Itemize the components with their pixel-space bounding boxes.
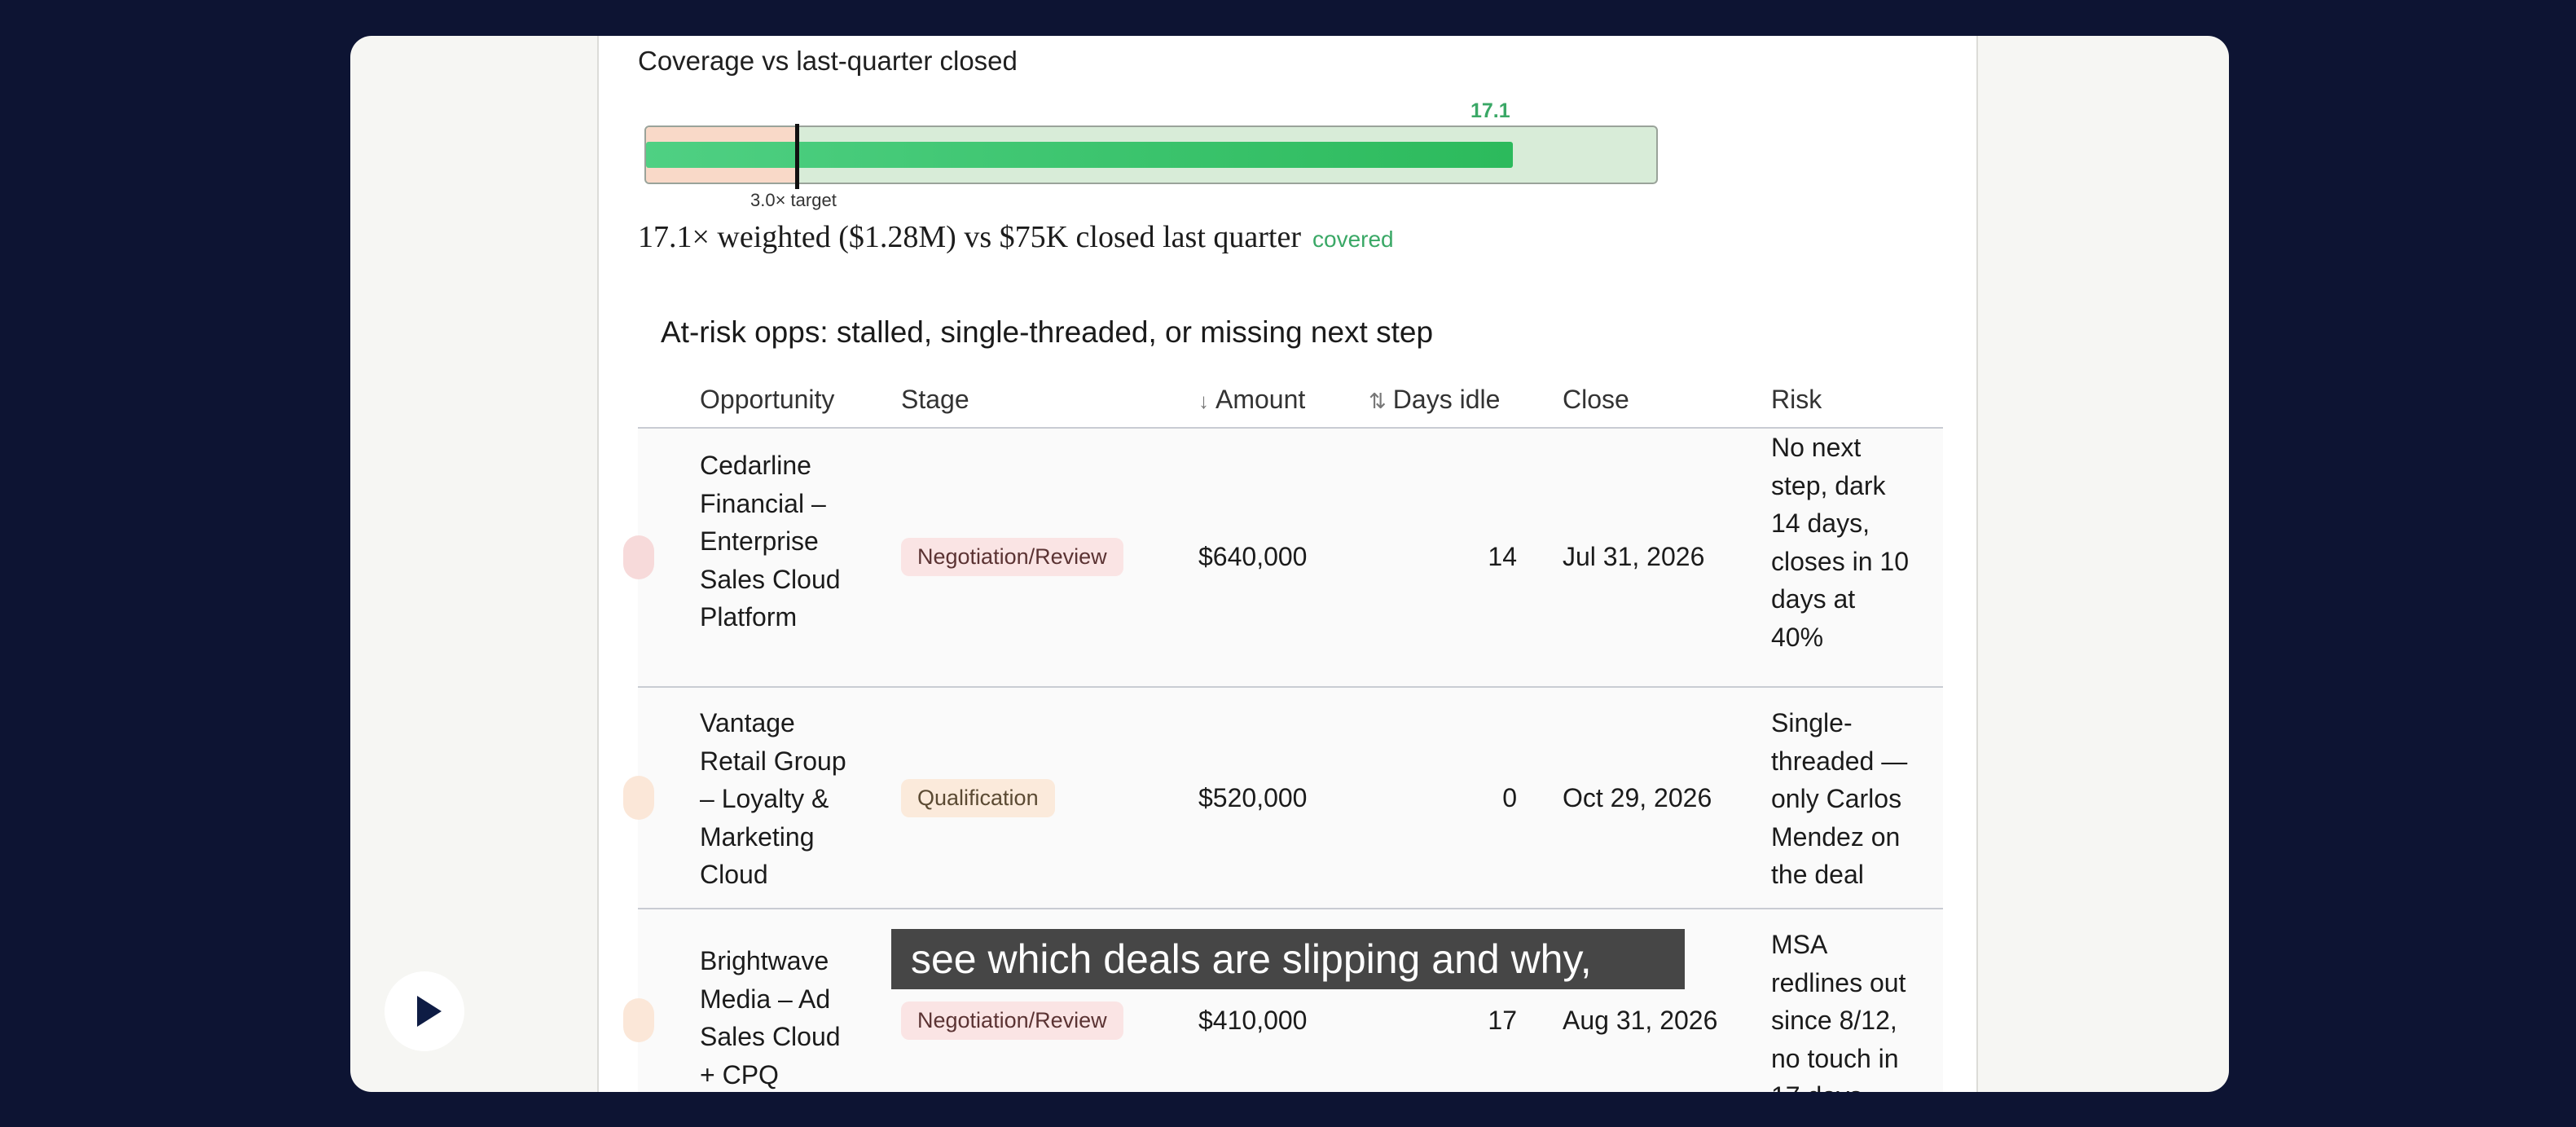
column-close[interactable]: Close bbox=[1563, 385, 1629, 415]
coverage-summary: 17.1× weighted ($1.28M) vs $75K closed l… bbox=[638, 219, 1394, 255]
table-row[interactable]: Cedarline Financial – Enterprise Sales C… bbox=[623, 429, 1943, 688]
video-frame: Coverage vs last-quarter closed 17.1 3.0… bbox=[350, 36, 2229, 1092]
row-days-idle: 14 bbox=[1488, 542, 1517, 571]
row-risk: MSA redlines out since 8/12, no touch in… bbox=[1771, 930, 1906, 1092]
row-close-date: Aug 31, 2026 bbox=[1563, 1006, 1718, 1035]
column-risk[interactable]: Risk bbox=[1771, 385, 1822, 415]
stage-badge: Qualification bbox=[901, 779, 1055, 817]
column-amount-label: Amount bbox=[1215, 385, 1306, 414]
column-stage[interactable]: Stage bbox=[901, 385, 969, 415]
sort-updown-icon: ⇅ bbox=[1369, 389, 1387, 413]
coverage-summary-text: 17.1× weighted ($1.28M) vs $75K closed l… bbox=[638, 220, 1301, 254]
coverage-target-marker bbox=[794, 124, 799, 189]
play-icon bbox=[417, 996, 442, 1027]
at-risk-title: At-risk opps: stalled, single-threaded, … bbox=[661, 315, 1434, 349]
stage-badge: Negotiation/Review bbox=[901, 538, 1123, 576]
row-opportunity[interactable]: Cedarline Financial – Enterprise Sales C… bbox=[700, 447, 841, 636]
column-opportunity[interactable]: Opportunity bbox=[700, 385, 834, 415]
row-status-pill bbox=[623, 535, 654, 579]
row-opportunity[interactable]: Vantage Retail Group – Loyalty & Marketi… bbox=[700, 704, 846, 894]
coverage-bar bbox=[646, 142, 1513, 168]
coverage-value-label: 17.1 bbox=[1470, 99, 1510, 122]
row-opportunity[interactable]: Brightwave Media – Ad Sales Cloud + CPQ bbox=[700, 942, 841, 1092]
coverage-title: Coverage vs last-quarter closed bbox=[638, 46, 1018, 76]
table-header: Opportunity Stage ↓ Amount ⇅ Days idle Clo… bbox=[638, 370, 1943, 429]
row-status-pill bbox=[623, 998, 654, 1042]
row-days-idle: 17 bbox=[1488, 1006, 1517, 1035]
table-row[interactable]: Vantage Retail Group – Loyalty & Marketi… bbox=[623, 688, 1943, 909]
arrow-down-icon: ↓ bbox=[1198, 389, 1209, 413]
column-amount[interactable]: ↓ Amount bbox=[1198, 385, 1305, 415]
row-risk: No next step, dark 14 days, closes in 10… bbox=[1771, 433, 1909, 652]
coverage-target-label: 3.0× target bbox=[750, 190, 837, 210]
column-days-idle[interactable]: ⇅ Days idle bbox=[1369, 385, 1500, 415]
play-button[interactable] bbox=[385, 971, 464, 1051]
row-amount: $410,000 bbox=[1198, 1006, 1308, 1035]
row-amount: $640,000 bbox=[1198, 542, 1308, 571]
row-status-pill bbox=[623, 776, 654, 820]
row-close-date: Jul 31, 2026 bbox=[1563, 542, 1705, 571]
row-amount: $520,000 bbox=[1198, 783, 1308, 812]
stage-badge: Negotiation/Review bbox=[901, 1002, 1123, 1040]
coverage-status-badge: covered bbox=[1312, 227, 1394, 252]
row-days-idle: 0 bbox=[1502, 783, 1517, 812]
column-days-idle-label: Days idle bbox=[1392, 385, 1501, 414]
video-caption: see which deals are slipping and why, bbox=[891, 929, 1685, 989]
row-close-date: Oct 29, 2026 bbox=[1563, 783, 1712, 812]
row-risk: Single- threaded — only Carlos Mendez on… bbox=[1771, 708, 1908, 889]
